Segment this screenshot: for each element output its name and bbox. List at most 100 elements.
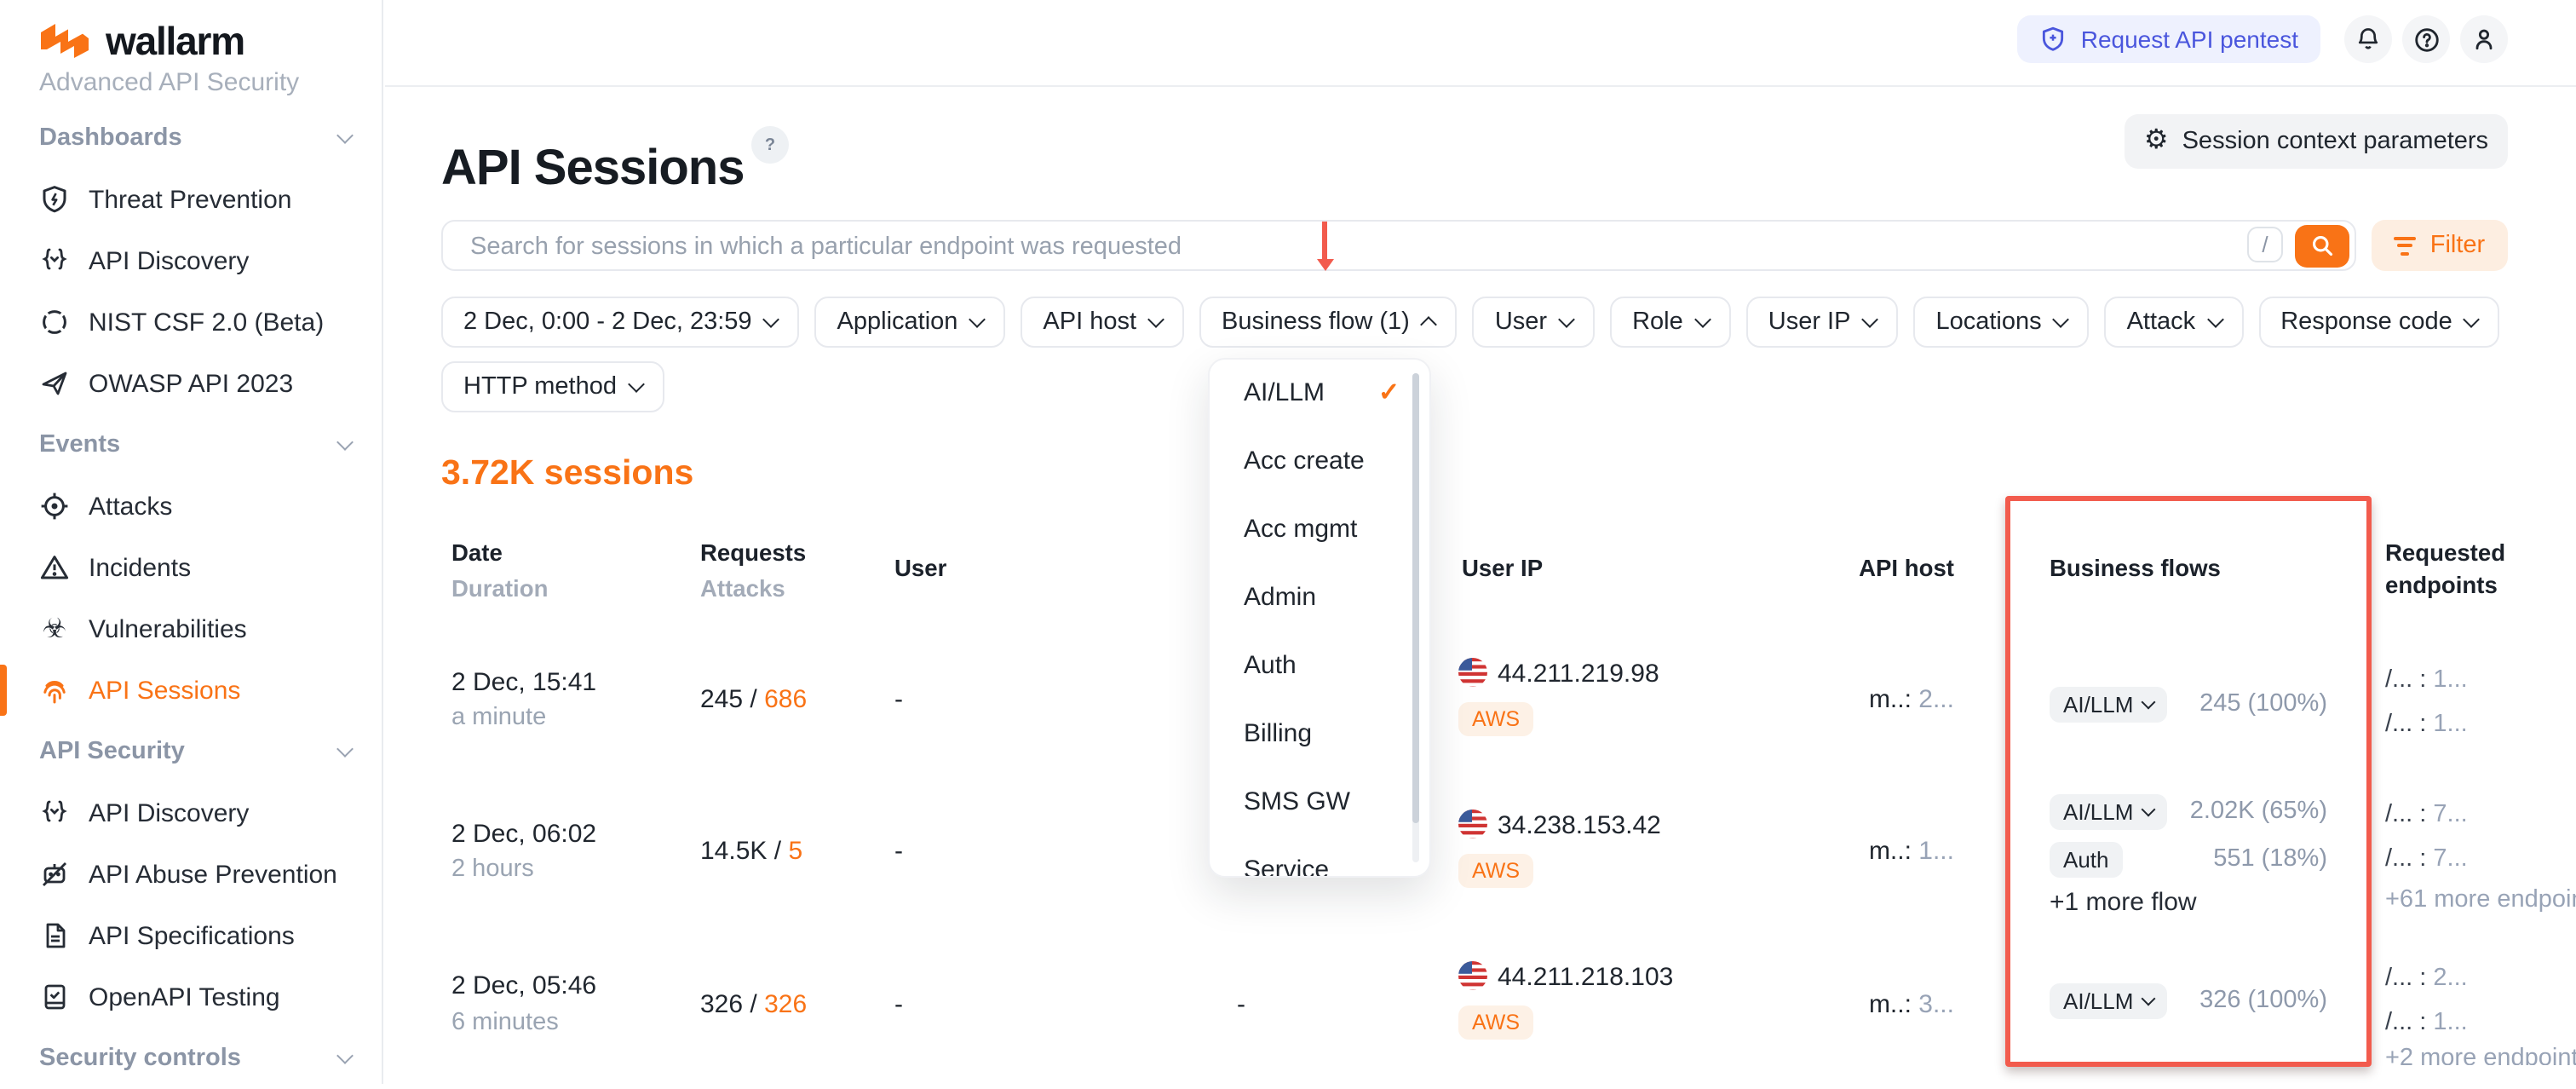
page-help-icon[interactable]: ? xyxy=(751,126,789,164)
more-flows-link[interactable]: +1 more flow xyxy=(2050,888,2197,917)
sidebar-section-dashboards[interactable]: Dashboards xyxy=(39,107,382,169)
session-context-parameters-button[interactable]: ⚙ Session context parameters xyxy=(2125,114,2508,169)
chevron-down-icon xyxy=(763,311,780,328)
col-header-user-ip[interactable]: User IP xyxy=(1462,556,1543,581)
session-date: 2 Dec, 05:46 xyxy=(451,971,596,1000)
sidebar-section-events[interactable]: Events xyxy=(39,414,382,475)
filter-chip-response-code[interactable]: Response code xyxy=(2258,297,2500,348)
search-button[interactable] xyxy=(2295,224,2349,267)
col-header-requested-endpoints[interactable]: Requested endpoints xyxy=(2385,537,2547,602)
annotation-highlight-box xyxy=(2005,496,2372,1067)
col-header-date[interactable]: Date xyxy=(451,540,503,566)
dropdown-option-billing[interactable]: Billing xyxy=(1244,719,1312,748)
requests-attacks: 245 / 686 xyxy=(700,685,807,714)
user-menu-button[interactable] xyxy=(2460,15,2508,63)
us-flag-icon xyxy=(1458,961,1487,990)
app-window: wallarm Advanced API Security Dashboards… xyxy=(0,0,2576,1084)
col-header-user[interactable]: User xyxy=(894,556,946,581)
filter-chip-application[interactable]: Application xyxy=(815,297,1006,348)
sidebar-item-openapi-testing[interactable]: OpenAPI Testing xyxy=(39,966,382,1028)
request-api-pentest-button[interactable]: Request API pentest xyxy=(2018,15,2320,63)
chevron-down-icon xyxy=(2053,311,2070,328)
session-duration: a minute xyxy=(451,704,546,731)
topbar-actions: Request API pentest xyxy=(2018,15,2508,63)
endpoint-line: /... : 2... xyxy=(2385,965,2468,992)
aws-badge: AWS xyxy=(1458,854,1533,888)
question-circle-icon xyxy=(2412,25,2441,54)
dropdown-option-auth[interactable]: Auth xyxy=(1244,651,1297,680)
chevron-down-icon xyxy=(336,1047,354,1064)
sidebar-item-api-discovery-2[interactable]: API Discovery xyxy=(39,782,382,844)
filter-chip-attack[interactable]: Attack xyxy=(2105,297,2244,348)
dropdown-option-admin[interactable]: Admin xyxy=(1244,583,1316,612)
sidebar: wallarm Advanced API Security Dashboards… xyxy=(0,0,383,1084)
api-host-value: m..: 2... xyxy=(1704,685,1954,714)
business-flow-chip[interactable]: Auth xyxy=(2050,842,2123,878)
dropdown-scrollbar-thumb[interactable] xyxy=(1412,373,1419,823)
dropdown-option-acc-mgmt[interactable]: Acc mgmt xyxy=(1244,515,1357,544)
filter-chip-row-1: 2 Dec, 0:00 - 2 Dec, 23:59 Application A… xyxy=(441,297,2500,348)
chevron-down-icon xyxy=(336,434,354,451)
session-duration: 2 hours xyxy=(451,856,534,883)
user-ip[interactable]: 44.211.219.98 xyxy=(1498,660,1659,689)
sidebar-item-threat-prevention[interactable]: Threat Prevention xyxy=(39,169,382,230)
endpoint-line: /... : 7... xyxy=(2385,845,2468,873)
sidebar-item-api-specifications[interactable]: API Specifications xyxy=(39,905,382,966)
sidebar-item-owasp[interactable]: OWASP API 2023 xyxy=(39,353,382,414)
user-ip[interactable]: 34.238.153.42 xyxy=(1498,811,1661,840)
filter-chip-business-flow[interactable]: Business flow (1) xyxy=(1199,297,1458,348)
target-icon xyxy=(39,491,70,521)
chevron-up-icon xyxy=(1421,316,1438,333)
bot-slash-icon xyxy=(39,859,70,890)
dropdown-option-acc-create[interactable]: Acc create xyxy=(1244,447,1365,475)
session-duration: 6 minutes xyxy=(451,1009,559,1036)
sidebar-item-attacks[interactable]: Attacks xyxy=(39,475,382,537)
dropdown-option-ai-llm[interactable]: AI/LLM xyxy=(1244,378,1325,407)
requests-attacks: 326 / 326 xyxy=(700,990,807,1019)
sessions-count: 3.72K sessions xyxy=(441,453,693,494)
sidebar-item-api-sessions[interactable]: API Sessions xyxy=(39,660,382,721)
col-header-requests[interactable]: Requests xyxy=(700,540,806,566)
filter-chip-http-method[interactable]: HTTP method xyxy=(441,361,664,412)
business-flow-value: 2.02K (65%) xyxy=(2113,798,2327,825)
filter-chip-user[interactable]: User xyxy=(1473,297,1595,348)
sidebar-section-api-security[interactable]: API Security xyxy=(39,721,382,782)
brand[interactable]: wallarm xyxy=(39,17,382,65)
filter-chip-user-ip[interactable]: User IP xyxy=(1746,297,1899,348)
col-header-duration[interactable]: Duration xyxy=(451,576,548,602)
search-input[interactable] xyxy=(467,222,1768,273)
chevron-down-icon xyxy=(1558,311,1575,328)
sidebar-item-api-discovery[interactable]: API Discovery xyxy=(39,230,382,291)
col-header-attacks[interactable]: Attacks xyxy=(700,576,785,602)
dropdown-option-clipped[interactable]: Service xyxy=(1244,856,1329,878)
chevron-down-icon xyxy=(2206,311,2223,328)
sidebar-item-nist-csf[interactable]: NIST CSF 2.0 (Beta) xyxy=(39,291,382,353)
magnifier-icon xyxy=(2310,233,2334,257)
sidebar-item-api-abuse-prevention[interactable]: API Abuse Prevention xyxy=(39,844,382,905)
filter-button[interactable]: Filter xyxy=(2372,220,2508,271)
dropdown-option-sms-gw[interactable]: SMS GW xyxy=(1244,787,1350,816)
col-header-business-flows[interactable]: Business flows xyxy=(2050,556,2221,581)
aws-badge: AWS xyxy=(1458,1005,1533,1040)
filter-chip-role[interactable]: Role xyxy=(1610,297,1731,348)
filter-chip-api-host[interactable]: API host xyxy=(1021,297,1184,348)
user-ip[interactable]: 44.211.218.103 xyxy=(1498,963,1673,992)
sidebar-item-vulnerabilities[interactable]: ☣ Vulnerabilities xyxy=(39,598,382,660)
filter-chip-date-range[interactable]: 2 Dec, 0:00 - 2 Dec, 23:59 xyxy=(441,297,800,348)
warning-triangle-icon xyxy=(39,552,70,583)
sidebar-section-security-controls[interactable]: Security controls xyxy=(39,1028,382,1089)
more-endpoints-label[interactable]: +61 more endpoints xyxy=(2385,886,2576,913)
help-button[interactable] xyxy=(2402,15,2450,63)
braces-icon xyxy=(39,798,70,828)
notifications-button[interactable] xyxy=(2344,15,2392,63)
us-flag-icon xyxy=(1458,658,1487,687)
filter-chip-locations[interactable]: Locations xyxy=(1913,297,2089,348)
person-icon xyxy=(2470,26,2498,53)
segmented-wheel-icon xyxy=(39,307,70,337)
business-flow-value: 326 (100%) xyxy=(2113,987,2327,1014)
col-header-api-host[interactable]: API host xyxy=(1699,556,1954,581)
shield-bolt-icon xyxy=(39,184,70,215)
book-check-icon xyxy=(39,982,70,1012)
endpoint-line: /... : 7... xyxy=(2385,801,2468,828)
sidebar-item-incidents[interactable]: Incidents xyxy=(39,537,382,598)
